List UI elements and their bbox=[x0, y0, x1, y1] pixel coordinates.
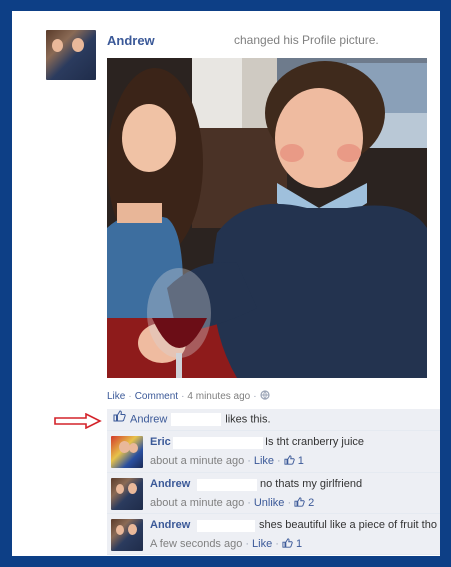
thumbs-up-icon[interactable] bbox=[282, 538, 293, 550]
comment-like-count[interactable]: 1 bbox=[296, 538, 302, 550]
action-bar: Like · Comment · 4 minutes ago · bbox=[107, 390, 270, 402]
comment-text: shes beautiful like a piece of fruit tho bbox=[259, 519, 437, 531]
comment-meta: A few seconds ago · Like · 1 bbox=[150, 538, 303, 550]
comment-time[interactable]: about a minute ago bbox=[150, 455, 244, 467]
likes-suffix: likes this. bbox=[225, 413, 271, 426]
profile-photo[interactable] bbox=[107, 58, 427, 378]
comment-like-count[interactable]: 1 bbox=[298, 455, 304, 467]
commenter-name[interactable]: Andrew bbox=[150, 519, 190, 531]
comment-text: Is tht cranberry juice bbox=[265, 436, 365, 448]
thumbs-up-icon bbox=[113, 409, 126, 430]
comment: Andrew no thats my girlfriend about a mi… bbox=[107, 473, 440, 514]
comment-text: no thats my girlfriend bbox=[260, 478, 363, 490]
timestamp[interactable]: 4 minutes ago bbox=[187, 391, 250, 402]
comment-meta: about a minute ago · Like · 1 bbox=[150, 455, 304, 467]
commenter-name[interactable]: Eric bbox=[150, 436, 171, 448]
commenter-avatar[interactable] bbox=[111, 519, 143, 551]
redaction bbox=[197, 520, 255, 532]
comment: Eric Is tht cranberry juice about a minu… bbox=[107, 431, 440, 473]
thumbs-up-icon[interactable] bbox=[284, 455, 295, 467]
like-link[interactable]: Like bbox=[107, 391, 125, 402]
comment: Andrew shes beautiful like a piece of fr… bbox=[107, 514, 440, 555]
redaction bbox=[173, 437, 263, 449]
liker-name[interactable]: Andrew bbox=[130, 413, 167, 425]
red-arrow-icon bbox=[54, 412, 102, 434]
comment-time[interactable]: A few seconds ago bbox=[150, 538, 242, 550]
comment-like-link[interactable]: Like bbox=[254, 455, 274, 467]
globe-icon bbox=[259, 390, 270, 402]
redaction bbox=[171, 413, 222, 426]
comment-like-link[interactable]: Like bbox=[252, 538, 272, 550]
comment-link[interactable]: Comment bbox=[135, 391, 178, 402]
story-text: changed his Profile picture. bbox=[234, 33, 379, 47]
commenter-name[interactable]: Andrew bbox=[150, 478, 190, 490]
story-card: Andrew changed his Profile picture. Like… bbox=[12, 11, 440, 556]
comment-unlike-link[interactable]: Unlike bbox=[254, 497, 285, 509]
likes-summary: Andrew likes this. bbox=[107, 409, 440, 431]
comment-time[interactable]: about a minute ago bbox=[150, 497, 244, 509]
author-name[interactable]: Andrew bbox=[107, 33, 155, 48]
thumbs-up-icon[interactable] bbox=[294, 497, 305, 509]
comment-meta: about a minute ago · Unlike · 2 bbox=[150, 497, 315, 509]
author-avatar[interactable] bbox=[46, 30, 96, 80]
comment-like-count[interactable]: 2 bbox=[308, 497, 314, 509]
commenter-avatar[interactable] bbox=[111, 436, 143, 468]
commenter-avatar[interactable] bbox=[111, 478, 143, 510]
redaction bbox=[197, 479, 257, 491]
